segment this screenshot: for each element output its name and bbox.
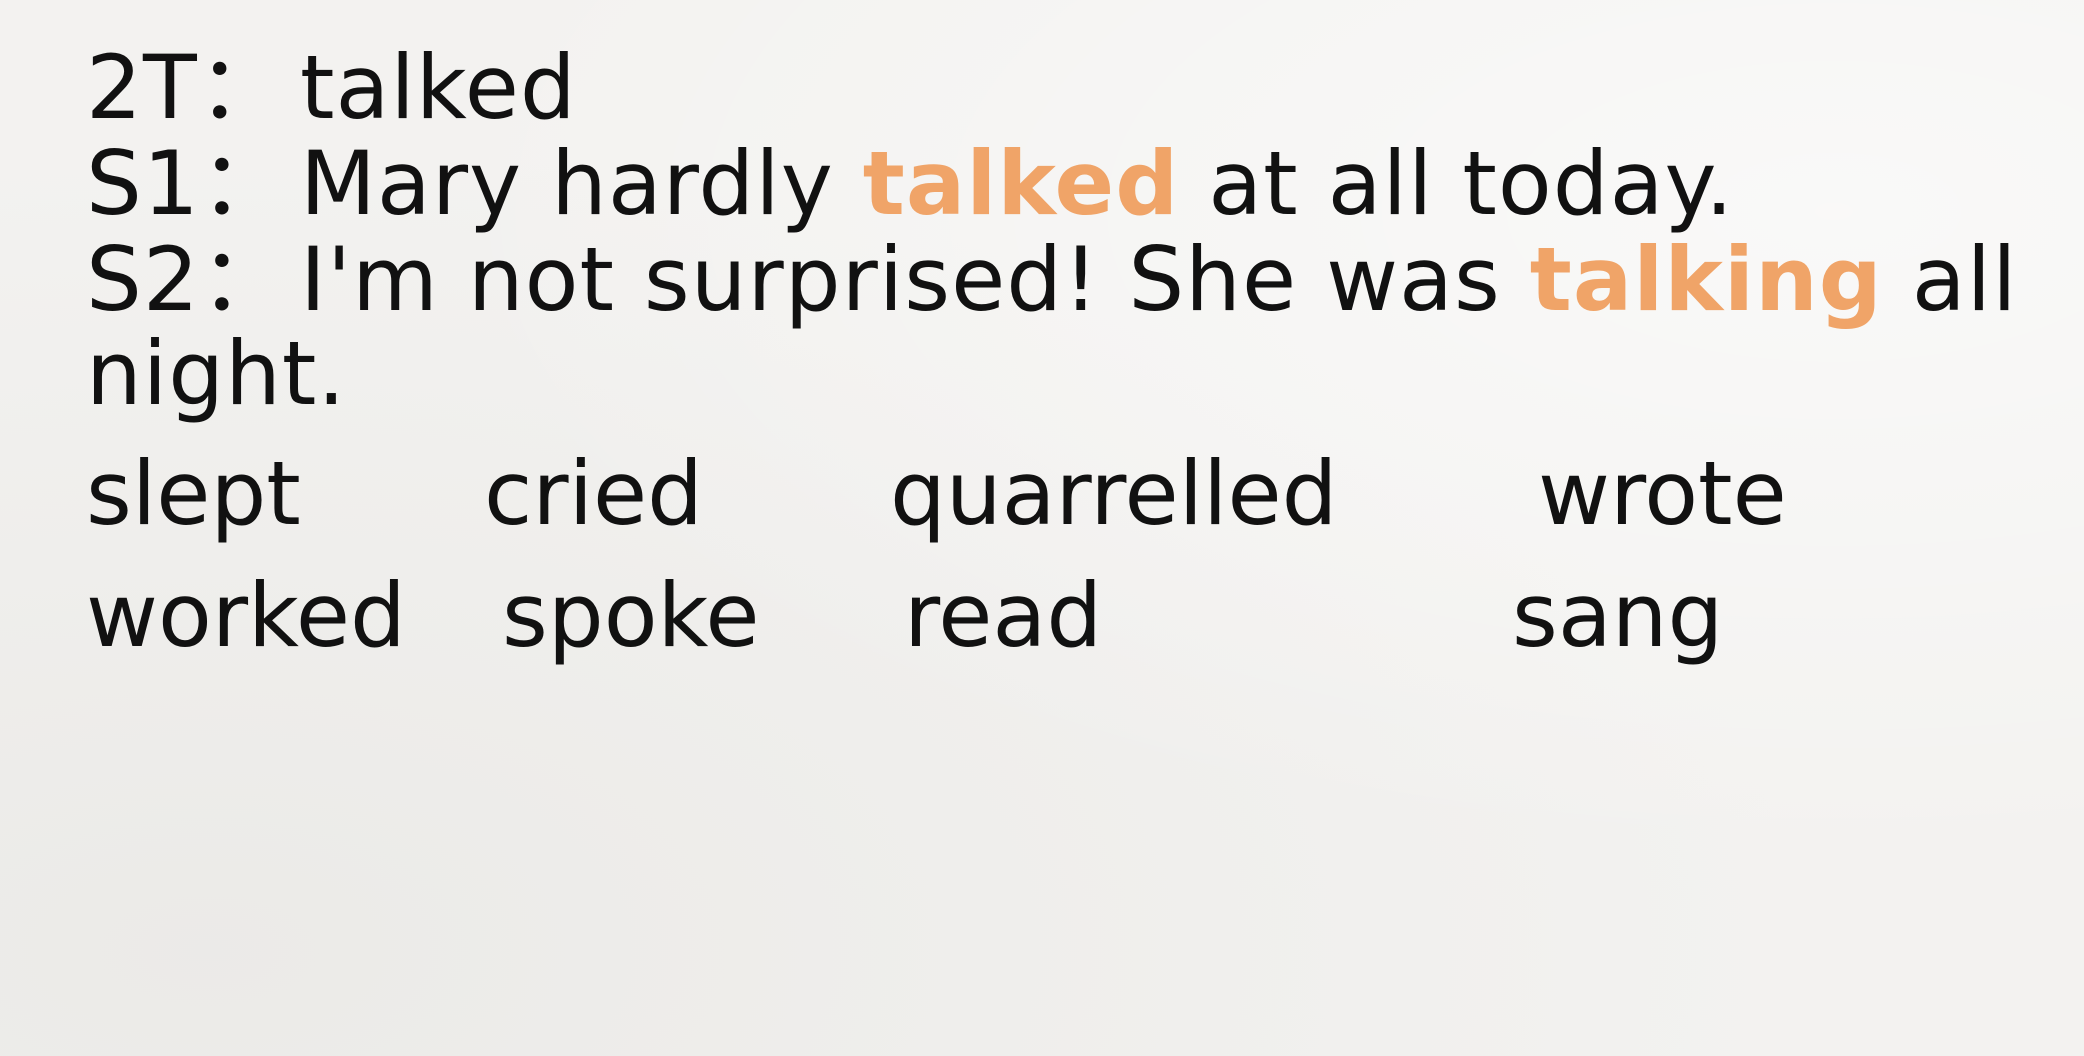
speaker-label: 2T： (86, 36, 287, 139)
dialogue-text: talked (300, 36, 577, 139)
word-bank-item: slept (86, 442, 301, 545)
dialogue-line-2t: 2T： talked (86, 44, 577, 132)
dialogue-text: night. (86, 322, 347, 425)
word-bank-item: quarrelled (890, 442, 1338, 545)
dialogue-line-s2: S2： I'm not surprised! She was talking al… (86, 236, 2018, 324)
word-bank-item: spoke (502, 564, 760, 667)
word-bank-item: cried (484, 442, 704, 545)
dialogue-text: Mary hardly (300, 132, 863, 235)
highlighted-word: talking (1529, 228, 1883, 331)
word-bank-item: wrote (1538, 442, 1787, 545)
speaker-label: S2： (86, 228, 289, 331)
word-bank-item: sang (1512, 564, 1724, 667)
highlighted-word: talked (862, 132, 1180, 235)
dialogue-line-continuation: night. (86, 330, 346, 418)
word-bank-item: worked (86, 564, 406, 667)
slide: 2T： talked S1： Mary hardly talked at all t… (0, 0, 2084, 1056)
dialogue-text: at all today. (1179, 132, 1735, 235)
dialogue-text: I'm not surprised! She was (300, 228, 1530, 331)
dialogue-text: all (1882, 228, 2018, 331)
word-bank-item: read (904, 564, 1103, 667)
speaker-label: S1： (86, 132, 289, 235)
dialogue-line-s1: S1： Mary hardly talked at all today. (86, 140, 1734, 228)
